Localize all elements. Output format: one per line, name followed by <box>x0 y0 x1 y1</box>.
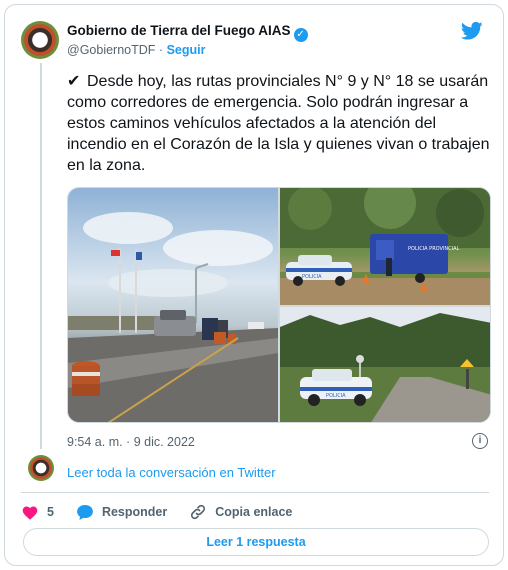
author-avatar[interactable] <box>21 21 59 59</box>
check-mark-icon: ✔ <box>67 73 81 90</box>
reply-label: Responder <box>101 505 168 519</box>
thread-line <box>40 63 42 449</box>
copy-link-label: Copia enlace <box>215 505 293 519</box>
read-conversation-link[interactable]: Leer toda la conversación en Twitter <box>67 465 276 480</box>
author-handle[interactable]: @GobiernoTDF <box>67 43 155 57</box>
embedded-tweet-card: Gobierno de Tierra del Fuego AIAS ✓ @Gobi… <box>4 4 504 566</box>
reply-button[interactable]: Responder <box>76 504 167 521</box>
thread-avatar[interactable] <box>28 455 54 481</box>
info-icon[interactable]: i <box>472 433 488 449</box>
handle-separator: · <box>158 43 164 57</box>
like-button[interactable]: 5 <box>21 504 54 520</box>
divider <box>21 492 489 493</box>
checkpoint-scene <box>68 212 278 422</box>
read-replies-button[interactable]: Leer 1 respuesta <box>23 528 489 556</box>
trailer-sign-text: POLICIA PROVINCIAL <box>408 246 460 252</box>
tweet-text: ✔ Desde hoy, las rutas provinciales N° 9 … <box>67 71 495 176</box>
reply-bubble-icon <box>77 504 93 520</box>
follow-button[interactable]: Seguir <box>167 43 206 57</box>
tweet-timestamp[interactable]: 9:54 a. m. · 9 dic. 2022 <box>67 435 195 449</box>
gravel-road-scene: POLICIA <box>280 307 490 422</box>
twitter-bird-icon[interactable] <box>461 21 483 41</box>
author-handle-row: @GobiernoTDF · Seguir <box>67 43 205 57</box>
author-name[interactable]: Gobierno de Tierra del Fuego AIAS ✓ <box>67 23 308 42</box>
tweet-body: Desde hoy, las rutas provinciales N° 9 y… <box>67 73 490 174</box>
police-trailer-scene: POLICIA PROVINCIAL POLICIA <box>280 188 490 305</box>
media-photo-police-trailer[interactable]: POLICIA PROVINCIAL POLICIA <box>280 188 490 305</box>
like-count: 5 <box>47 505 54 519</box>
car2-sign-text: POLICIA <box>326 393 346 399</box>
author-name-text[interactable]: Gobierno de Tierra del Fuego AIAS <box>67 23 291 38</box>
verified-badge-icon: ✓ <box>293 28 308 42</box>
media-photo-checkpoint[interactable] <box>68 188 278 422</box>
media-photo-gravel-road[interactable]: POLICIA <box>280 307 490 422</box>
link-icon <box>191 504 206 520</box>
tweet-actions: 5 Responder Copia enlace <box>21 501 314 523</box>
heart-icon <box>22 506 38 520</box>
tweet-media-grid: POLICIA PROVINCIAL POLICIA POLICIA <box>67 187 491 423</box>
copy-link-button[interactable]: Copia enlace <box>189 503 292 521</box>
car-sign-text: POLICIA <box>302 274 322 280</box>
